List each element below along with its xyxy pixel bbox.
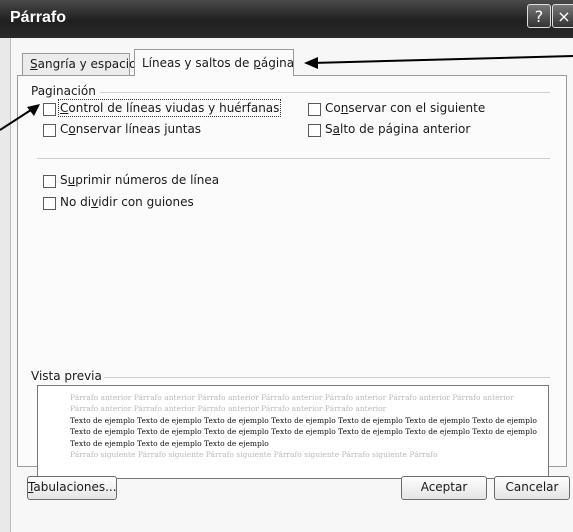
- arrow-to-widow-control-icon: [0, 104, 40, 131]
- annotation-arrows: [0, 55, 573, 131]
- arrow-to-tab-icon: [304, 55, 573, 69]
